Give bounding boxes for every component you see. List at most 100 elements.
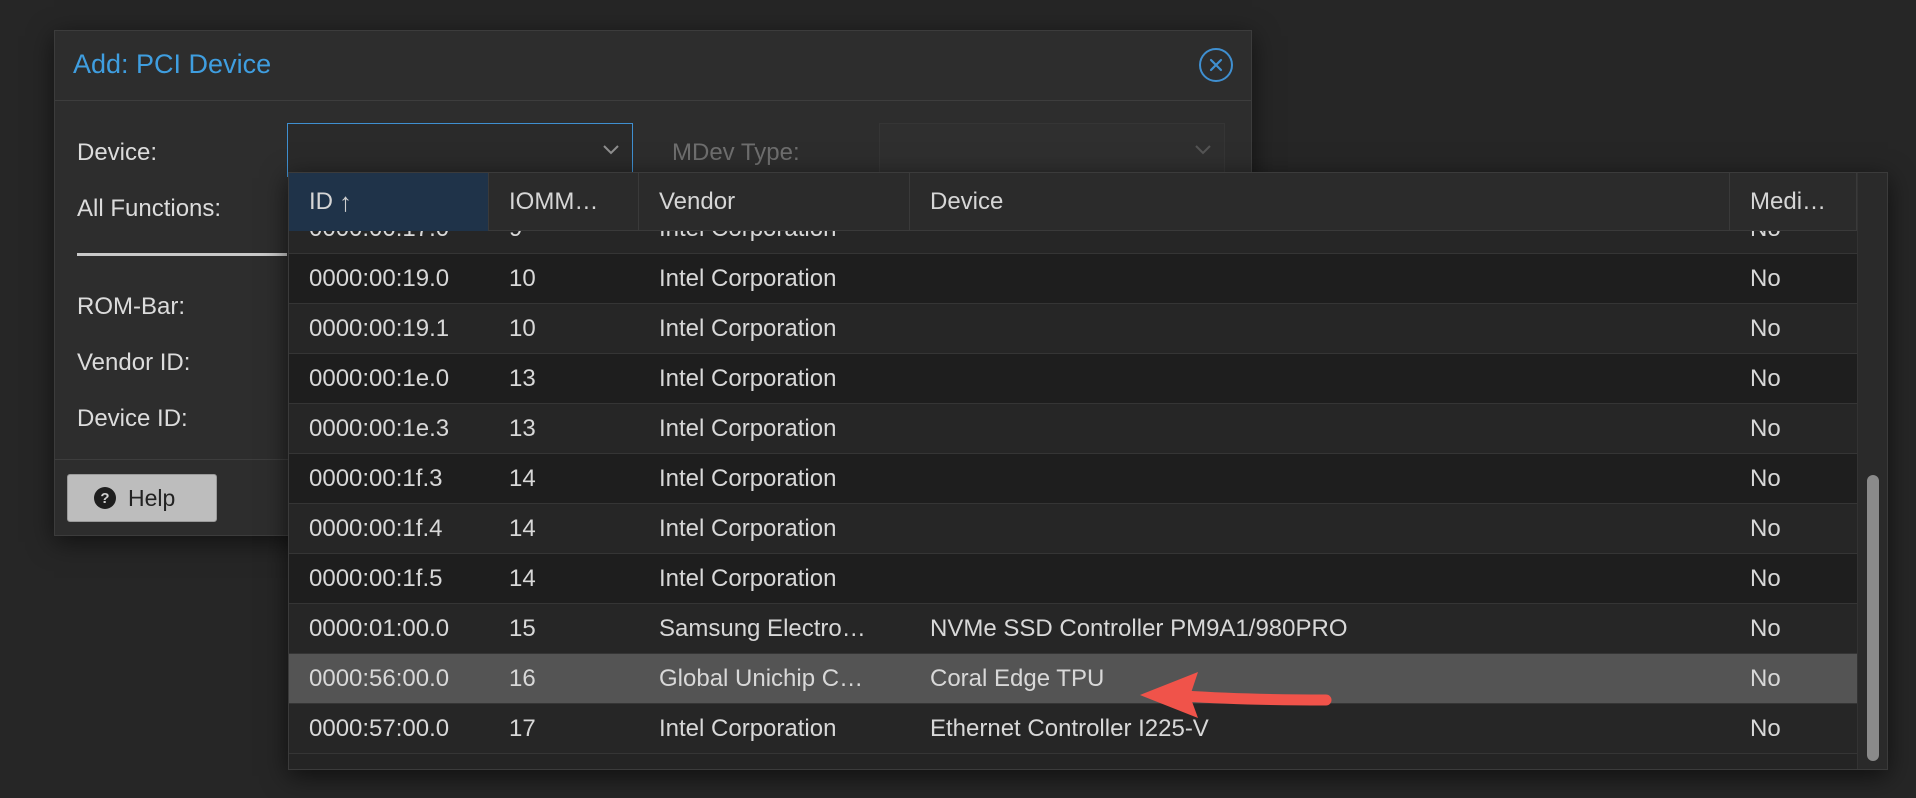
question-circle-icon: ? bbox=[94, 487, 116, 509]
table-row[interactable]: 0000:00:19.1 10 Intel Corporation No bbox=[289, 304, 1857, 354]
mdev-type-combobox[interactable] bbox=[879, 123, 1225, 177]
dialog-title: Add: PCI Device bbox=[73, 49, 272, 79]
cell-id: 0000:00:1f.5 bbox=[309, 565, 443, 592]
cell-vendor: Intel Corporation bbox=[659, 565, 837, 592]
cell-id: 0000:00:1e.3 bbox=[309, 415, 450, 442]
cell-mdev: No bbox=[1750, 365, 1781, 392]
cell-mdev: No bbox=[1750, 515, 1781, 542]
column-header-id-label: ID bbox=[309, 188, 333, 215]
chevron-down-icon[interactable] bbox=[602, 142, 620, 156]
table-row[interactable]: 0000:00:1e.0 13 Intel Corporation No bbox=[289, 354, 1857, 404]
cell-device bbox=[910, 454, 1730, 504]
grid-header: ID ↑ IOMM… Vendor Device Medi… bbox=[289, 173, 1857, 231]
cell-id: 0000:01:00.0 bbox=[309, 615, 450, 642]
dialog-header: Add: PCI Device bbox=[55, 31, 1251, 101]
column-header-mdev-label: Medi… bbox=[1750, 188, 1827, 215]
section-divider bbox=[77, 253, 287, 256]
cell-iommu: 13 bbox=[509, 415, 536, 442]
cell-id: 0000:00:1f.4 bbox=[309, 515, 443, 542]
cell-device bbox=[910, 231, 1730, 254]
cell-iommu: 13 bbox=[509, 365, 536, 392]
cell-mdev: No bbox=[1750, 565, 1781, 592]
rom-bar-label: ROM-Bar: bbox=[77, 293, 185, 320]
cell-id: 0000:00:1e.0 bbox=[309, 365, 450, 392]
device-combobox[interactable] bbox=[287, 123, 633, 177]
table-row[interactable]: 0000:57:00.0 17 Intel Corporation Ethernet … bbox=[289, 704, 1857, 754]
cell-mdev: No bbox=[1750, 465, 1781, 492]
annotation-arrow-icon bbox=[1140, 672, 1332, 718]
cell-device bbox=[910, 254, 1730, 304]
cell-vendor: Intel Corporation bbox=[659, 715, 837, 742]
cell-vendor: Intel Corporation bbox=[659, 315, 837, 342]
table-row[interactable]: 0000:00:1e.3 13 Intel Corporation No bbox=[289, 404, 1857, 454]
cell-id: 0000:00:19.1 bbox=[309, 315, 450, 342]
cell-iommu: 10 bbox=[509, 315, 536, 342]
all-functions-label: All Functions: bbox=[77, 195, 222, 222]
cell-device bbox=[910, 504, 1730, 554]
cell-vendor: Samsung Electro… bbox=[659, 615, 866, 642]
vendor-id-label: Vendor ID: bbox=[77, 349, 191, 376]
device-id-label: Device ID: bbox=[77, 405, 188, 432]
arrow-up-icon: ↑ bbox=[339, 186, 352, 217]
cell-vendor: Intel Corporation bbox=[659, 415, 837, 442]
column-header-vendor-label: Vendor bbox=[659, 188, 736, 215]
table-row[interactable]: 0000:00:1f.4 14 Intel Corporation No bbox=[289, 504, 1857, 554]
cell-device bbox=[910, 554, 1730, 604]
cell-mdev: No bbox=[1750, 415, 1781, 442]
cell-device bbox=[910, 304, 1730, 354]
cell-id: 0000:00:1f.3 bbox=[309, 465, 443, 492]
column-header-device[interactable]: Device bbox=[910, 173, 1730, 231]
cell-id: 0000:57:00.0 bbox=[309, 715, 450, 742]
cell-device bbox=[910, 354, 1730, 404]
cell-iommu: 17 bbox=[509, 715, 536, 742]
column-header-mdev[interactable]: Medi… bbox=[1730, 173, 1857, 231]
close-button[interactable] bbox=[1199, 48, 1233, 82]
cell-mdev: No bbox=[1750, 265, 1781, 292]
cell-vendor: Intel Corporation bbox=[659, 465, 837, 492]
column-header-iommu[interactable]: IOMM… bbox=[489, 173, 639, 231]
cell-mdev: No bbox=[1750, 615, 1781, 642]
table-row[interactable]: 0000:00:1f.5 14 Intel Corporation No bbox=[289, 554, 1857, 604]
cell-vendor: Intel Corporation bbox=[659, 265, 837, 292]
cell-device bbox=[910, 404, 1730, 454]
scrollbar-thumb[interactable] bbox=[1867, 475, 1879, 761]
table-row[interactable]: 0000:00:17.09Intel Corporation No bbox=[289, 231, 1857, 254]
device-label: Device: bbox=[77, 139, 158, 166]
chevron-down-icon[interactable] bbox=[1194, 142, 1212, 156]
help-button-label: Help bbox=[128, 484, 176, 511]
close-icon bbox=[1209, 58, 1223, 72]
cell-iommu: 14 bbox=[509, 465, 536, 492]
cell-id: 0000:56:00.0 bbox=[309, 665, 450, 692]
table-row[interactable]: 0000:00:19.0 10 Intel Corporation No bbox=[289, 254, 1857, 304]
cell-vendor: Intel Corporation bbox=[659, 365, 837, 392]
pci-device-grid: ID ↑ IOMM… Vendor Device Medi… 0000:00:1… bbox=[288, 172, 1888, 770]
table-row[interactable]: 0000:01:00.0 15 Samsung Electro… NVMe SSD C… bbox=[289, 604, 1857, 654]
column-header-device-label: Device bbox=[930, 188, 1004, 215]
table-row[interactable]: 0000:00:1f.3 14 Intel Corporation No bbox=[289, 454, 1857, 504]
cell-vendor: Intel Corporation bbox=[639, 231, 910, 254]
column-header-iommu-label: IOMM… bbox=[509, 188, 599, 215]
cell-vendor: Intel Corporation bbox=[659, 515, 837, 542]
column-header-id[interactable]: ID ↑ bbox=[289, 173, 489, 231]
cell-mdev: No bbox=[1730, 231, 1857, 254]
scrollbar-track[interactable] bbox=[1857, 173, 1887, 769]
cell-iommu: 10 bbox=[509, 265, 536, 292]
cell-mdev: No bbox=[1750, 665, 1781, 692]
cell-iommu: 14 bbox=[509, 565, 536, 592]
cell-id: 0000:00:17.0 bbox=[289, 231, 489, 254]
cell-device: NVMe SSD Controller PM9A1/980PRO bbox=[930, 615, 1348, 642]
cell-iommu: 16 bbox=[509, 665, 536, 692]
cell-iommu: 14 bbox=[509, 515, 536, 542]
help-button[interactable]: ? Help bbox=[67, 474, 217, 522]
grid-rows: 0000:00:17.09Intel CorporationNo0000:00:… bbox=[289, 231, 1857, 754]
cell-iommu: 15 bbox=[509, 615, 536, 642]
mdev-type-label: MDev Type: bbox=[672, 139, 800, 166]
cell-iommu: 9 bbox=[489, 231, 639, 254]
grid-body: 0000:00:17.09Intel CorporationNo0000:00:… bbox=[289, 231, 1857, 769]
cell-id: 0000:00:19.0 bbox=[309, 265, 450, 292]
column-header-vendor[interactable]: Vendor bbox=[639, 173, 910, 231]
cell-mdev: No bbox=[1750, 315, 1781, 342]
cell-mdev: No bbox=[1750, 715, 1781, 742]
table-row[interactable]: 0000:56:00.0 16 Global Unichip C… Coral Edg… bbox=[289, 654, 1857, 704]
cell-vendor: Global Unichip C… bbox=[659, 665, 864, 692]
